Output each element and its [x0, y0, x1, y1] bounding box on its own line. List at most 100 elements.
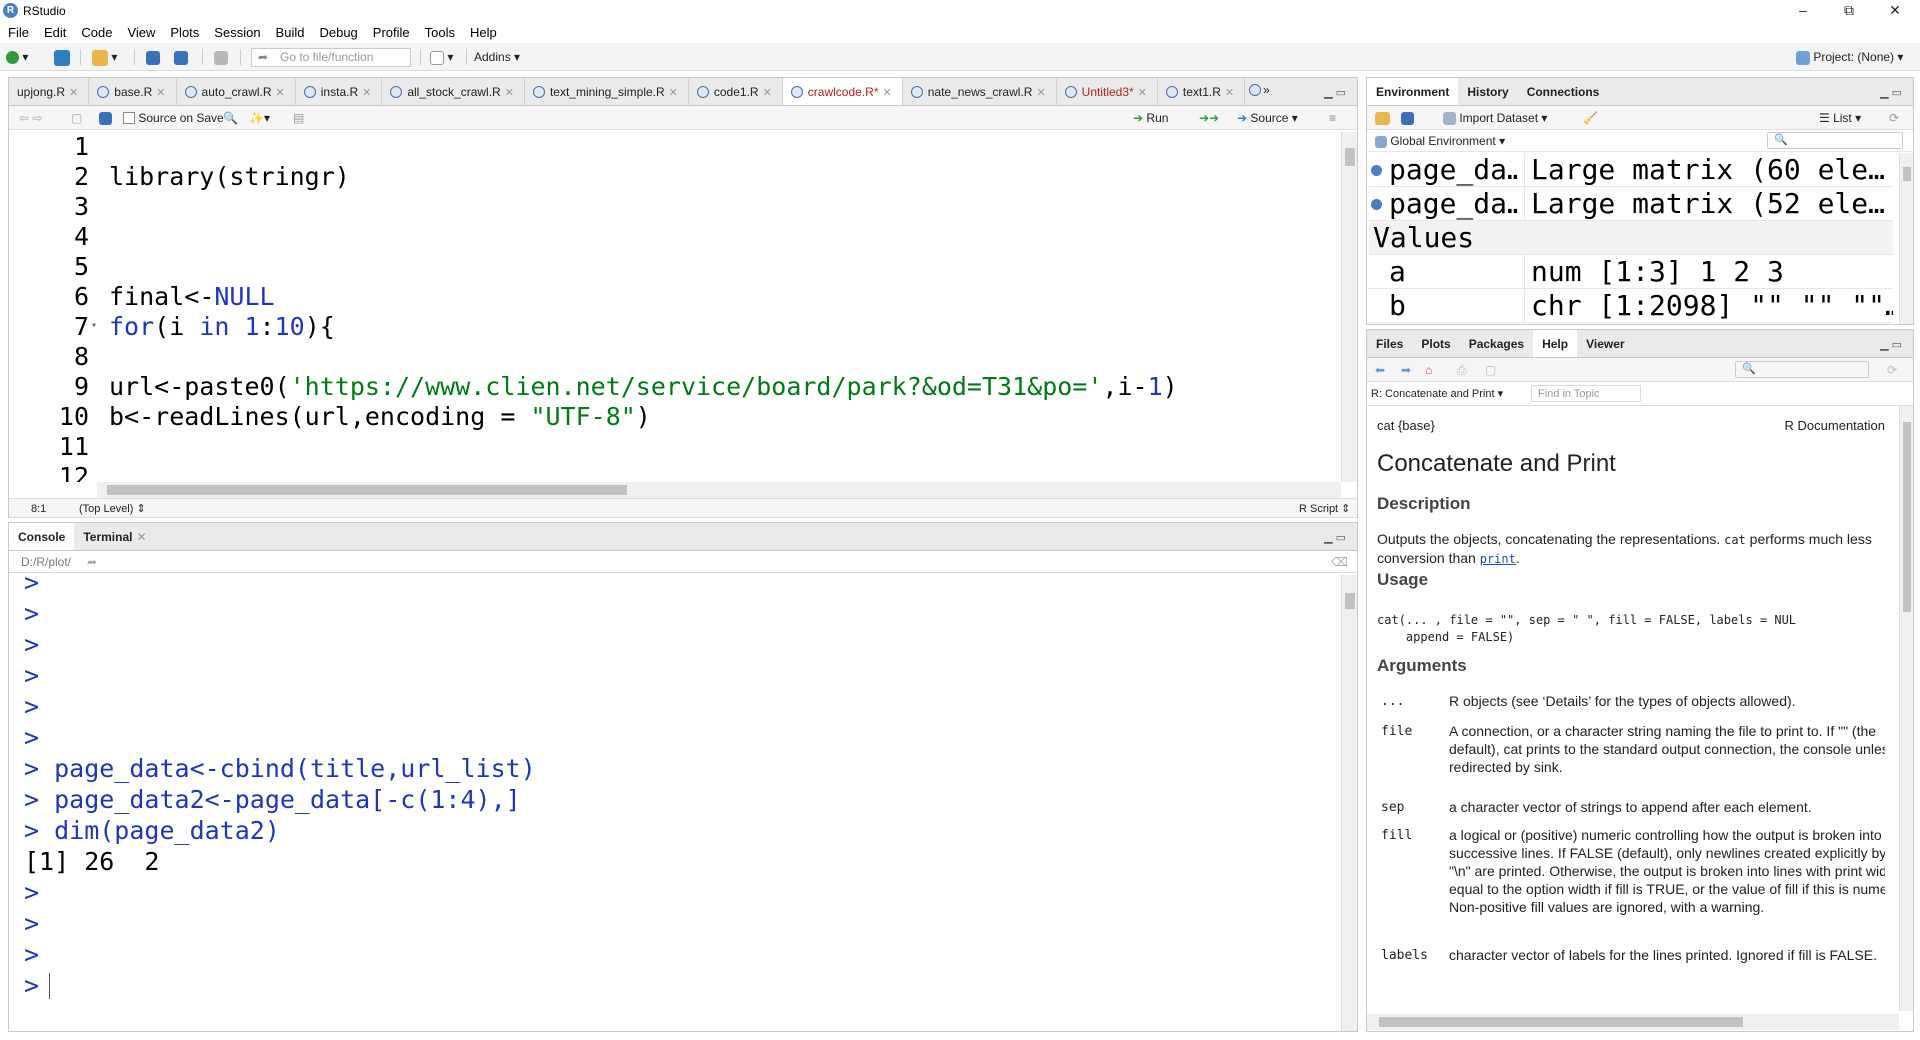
scope-selector[interactable]: (Top Level) ⇕ [79, 500, 146, 518]
menu-file[interactable]: File [0, 22, 36, 40]
grid-layout-icon[interactable]: ▾ [430, 48, 453, 66]
refresh-icon[interactable]: ⟳ [1889, 109, 1899, 127]
close-tab-icon[interactable]: ✕ [763, 87, 772, 99]
home-icon[interactable]: ⌂ [1425, 361, 1432, 379]
compile-report-icon[interactable]: ▤ [293, 109, 304, 127]
import-dataset-button[interactable]: Import Dataset ▾ [1443, 109, 1547, 127]
fold-arrow-icon[interactable]: ▾ [91, 320, 97, 331]
topic-selector[interactable]: R: Concatenate and Print ▾ [1371, 385, 1503, 403]
rerun-icon[interactable]: ➜➜ [1199, 109, 1219, 127]
go-to-directory-icon[interactable]: ➦ [87, 553, 97, 571]
run-button[interactable]: ➜ Run [1133, 109, 1168, 127]
tab-environment[interactable]: Environment [1367, 78, 1459, 105]
minimize-button[interactable]: – [1780, 0, 1826, 22]
close-tab-icon[interactable]: ✕ [1225, 87, 1234, 99]
print-icon[interactable]: ⎙ [1457, 361, 1467, 379]
tab-terminal[interactable]: Terminal ✕ [74, 523, 155, 550]
print-icon[interactable] [214, 48, 228, 66]
close-button[interactable]: ✕ [1872, 0, 1918, 22]
source-button[interactable]: ➜ Source ▾ [1237, 109, 1298, 127]
menu-edit[interactable]: Edit [36, 22, 73, 40]
list-item[interactable]: page_da… Large matrix (60 ele… [1369, 153, 1893, 187]
find-in-topic-input[interactable]: Find in Topic [1531, 385, 1641, 402]
menu-plots[interactable]: Plots [162, 22, 206, 40]
tab-insta[interactable]: insta.R ✕ [296, 78, 383, 105]
editor-vertical-scrollbar[interactable] [1341, 132, 1357, 482]
load-workspace-icon[interactable] [1375, 109, 1390, 127]
list-item[interactable]: page_da… Large matrix (52 ele… [1369, 187, 1893, 221]
more-tabs-icon[interactable]: » [1245, 78, 1274, 105]
tab-untitled3[interactable]: Untitled3* ✕ [1057, 78, 1158, 105]
help-minmax-icons[interactable]: ▁▭ [1880, 338, 1905, 351]
clear-console-icon[interactable]: ⌫ [1331, 553, 1348, 571]
tab-console[interactable]: Console [9, 523, 75, 550]
menu-code[interactable]: Code [73, 22, 119, 40]
list-item[interactable]: b chr [1:2098] "" "" ""… [1369, 289, 1893, 323]
refresh-icon[interactable]: ⟳ [1887, 361, 1897, 379]
tab-text1[interactable]: text1.R ✕ [1158, 78, 1246, 105]
source-on-save-checkbox[interactable]: Source on Save [123, 109, 224, 127]
working-directory[interactable]: D:/R/plot/ [21, 553, 71, 571]
close-tab-icon[interactable]: ✕ [362, 87, 371, 99]
close-tab-icon[interactable]: ✕ [505, 87, 514, 99]
tab-code1[interactable]: code1.R ✕ [689, 78, 783, 105]
close-tab-icon[interactable]: ✕ [136, 530, 146, 544]
tab-nate-news-crawl[interactable]: nate_news_crawl.R ✕ [903, 78, 1057, 105]
help-vertical-scrollbar[interactable] [1899, 406, 1913, 1011]
tab-help[interactable]: Help [1533, 330, 1578, 357]
menu-view[interactable]: View [119, 22, 162, 40]
code-editor[interactable]: 1 2 3 4 5 6 7 8 9 10 11 12 ▾ library(str… [9, 132, 1339, 482]
magic-wand-icon[interactable]: ✨▾ [249, 109, 270, 127]
scope-selector[interactable]: Global Environment ▾ [1375, 132, 1505, 150]
close-tab-icon[interactable]: ✕ [1036, 87, 1045, 99]
console-output[interactable]: > > > > > > > page_data<-cbind(title,url… [9, 575, 1339, 1031]
env-search-input[interactable]: 🔍 [1767, 132, 1903, 149]
tab-text-mining-simple[interactable]: text_mining_simple.R ✕ [525, 78, 689, 105]
open-file-icon[interactable]: ▾ [92, 48, 117, 66]
menu-profile[interactable]: Profile [365, 22, 417, 40]
list-item[interactable]: a num [1:3] 1 2 3 [1369, 255, 1893, 289]
tab-history[interactable]: History [1458, 78, 1517, 105]
close-tab-icon[interactable]: ✕ [276, 87, 285, 99]
tab-all-stock-crawl[interactable]: all_stock_crawl.R ✕ [382, 78, 525, 105]
tab-base[interactable]: base.R ✕ [89, 78, 177, 105]
menu-build[interactable]: Build [268, 22, 312, 40]
expand-icon[interactable] [1371, 199, 1382, 210]
save-workspace-icon[interactable] [1401, 109, 1414, 127]
close-tab-icon[interactable]: ✕ [669, 87, 678, 99]
save-all-icon[interactable] [174, 48, 188, 66]
editor-horizontal-scrollbar[interactable] [97, 482, 1341, 498]
project-menu[interactable]: Project: (None) ▾ [1796, 48, 1903, 66]
search-icon[interactable]: 🔍 [223, 109, 238, 127]
tab-auto-crawl[interactable]: auto_crawl.R ✕ [177, 78, 296, 105]
menu-debug[interactable]: Debug [311, 22, 364, 40]
expand-icon[interactable] [1371, 165, 1382, 176]
close-tab-icon[interactable]: ✕ [69, 87, 78, 99]
outline-icon[interactable]: ≡ [1329, 109, 1336, 127]
editor-minmax-icons[interactable]: ▁▭ [1324, 86, 1349, 99]
close-tab-icon[interactable]: ✕ [883, 87, 892, 99]
tab-plots[interactable]: Plots [1412, 330, 1459, 357]
close-tab-icon[interactable]: ✕ [1138, 87, 1147, 99]
env-minmax-icons[interactable]: ▁▭ [1880, 86, 1905, 99]
help-horizontal-scrollbar[interactable] [1367, 1014, 1899, 1030]
menu-session[interactable]: Session [206, 22, 267, 40]
forward-icon[interactable]: ➡ [1401, 361, 1411, 379]
env-vertical-scrollbar[interactable] [1899, 153, 1913, 324]
addins-menu[interactable]: Addins ▾ [474, 48, 520, 66]
file-type-selector[interactable]: R Script ⇕ [1299, 500, 1350, 518]
tab-viewer[interactable]: Viewer [1577, 330, 1633, 357]
maximize-button[interactable]: ⧉ [1826, 0, 1872, 22]
save-file-icon[interactable] [99, 109, 112, 127]
view-mode-selector[interactable]: ☰ List ▾ [1819, 109, 1861, 127]
tab-packages[interactable]: Packages [1460, 330, 1533, 357]
console-vertical-scrollbar[interactable] [1341, 575, 1357, 1031]
back-icon[interactable]: ⇦ ⇨ [19, 109, 42, 127]
show-in-window-icon[interactable]: ▢ [1485, 361, 1496, 379]
tab-connections[interactable]: Connections [1518, 78, 1609, 105]
clear-broom-icon[interactable]: 🧹 [1583, 109, 1598, 127]
tab-upjong[interactable]: upjong.R ✕ [9, 78, 90, 105]
tab-crawlcode[interactable]: crawlcode.R* ✕ [782, 78, 903, 105]
go-to-file-input[interactable]: Go to file/function [251, 48, 411, 67]
new-project-icon[interactable] [54, 48, 70, 66]
